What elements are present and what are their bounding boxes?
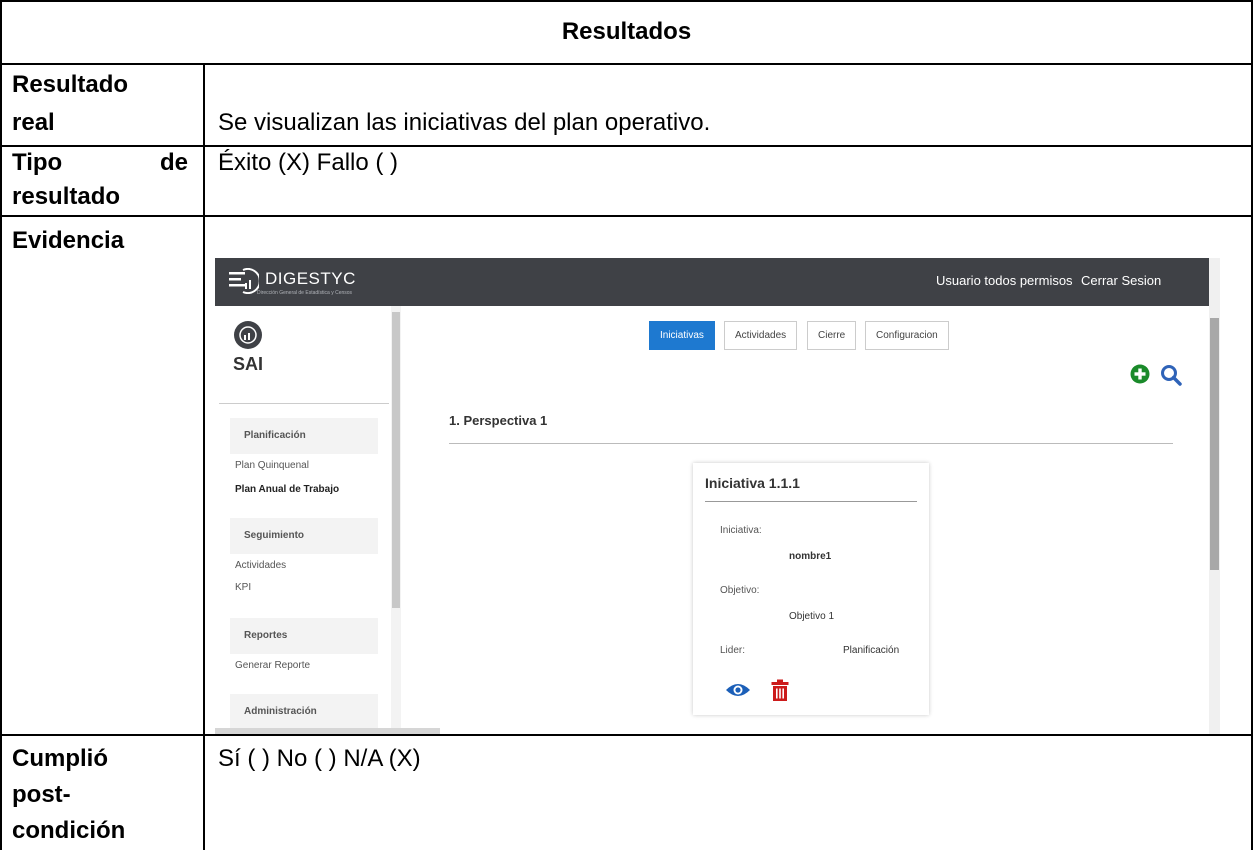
label-tipo: Tipo bbox=[12, 149, 63, 176]
label-de: de bbox=[160, 149, 189, 176]
trash-icon[interactable] bbox=[771, 679, 789, 701]
value-tipo-resultado: Éxito (X) Fallo ( ) bbox=[218, 149, 399, 176]
label-cumplio-3: condición bbox=[12, 817, 126, 844]
table-header: Resultados bbox=[561, 18, 692, 45]
card-objective-label: Objetivo: bbox=[720, 585, 760, 596]
table-border-left bbox=[0, 0, 2, 850]
logout-link[interactable]: Cerrar Sesion bbox=[1081, 273, 1161, 288]
sidebar-item-kpi[interactable]: KPI bbox=[235, 582, 251, 593]
app-name: SAI bbox=[233, 354, 264, 374]
value-cumplio: Sí ( ) No ( ) N/A (X) bbox=[218, 745, 421, 772]
label-cumplio-1: Cumplió bbox=[12, 745, 108, 772]
sidebar-divider bbox=[219, 403, 389, 404]
horizontal-scrollbar[interactable] bbox=[215, 728, 440, 734]
sidebar-scrollbar[interactable] bbox=[391, 306, 401, 734]
user-link[interactable]: Usuario todos permisos bbox=[936, 273, 1073, 288]
value-resultado-real: Se visualizan las iniciativas del plan o… bbox=[218, 109, 711, 136]
sidebar-item-plan-anual[interactable]: Plan Anual de Trabajo bbox=[235, 484, 339, 495]
perspective-title: 1. Perspectiva 1 bbox=[449, 413, 548, 428]
table-row-divider bbox=[0, 734, 1253, 736]
sidebar-item-actividades[interactable]: Actividades bbox=[235, 560, 286, 571]
tab-actividades[interactable]: Actividades bbox=[724, 321, 798, 350]
sidebar-section-seguimiento: Seguimiento bbox=[230, 518, 378, 554]
sidebar-section-administracion: Administración bbox=[230, 694, 378, 730]
page-scrollbar-thumb[interactable] bbox=[1210, 318, 1219, 570]
evidence-screenshot: DIGESTYC Dirección General de Estadístic… bbox=[215, 258, 1220, 734]
plus-circle-icon[interactable] bbox=[1130, 364, 1150, 384]
eye-icon[interactable] bbox=[725, 681, 751, 699]
perspective-divider bbox=[449, 443, 1173, 444]
label-resultado-real-1: Resultado bbox=[12, 71, 129, 98]
sidebar-scrollbar-thumb[interactable] bbox=[392, 312, 400, 608]
app-logo-icon bbox=[234, 321, 262, 349]
card-initiative-label: Iniciativa: bbox=[720, 525, 762, 536]
search-icon[interactable] bbox=[1160, 364, 1182, 386]
digestyc-logo-icon bbox=[229, 268, 259, 294]
sidebar-item-plan-quinquenal[interactable]: Plan Quinquenal bbox=[235, 460, 309, 471]
sidebar-section-reportes: Reportes bbox=[230, 618, 378, 654]
label-resultado-real-2: real bbox=[12, 109, 55, 136]
card-divider bbox=[705, 501, 917, 502]
card-title: Iniciativa 1.1.1 bbox=[705, 475, 800, 491]
card-leader-label: Lider: bbox=[720, 645, 746, 656]
tab-iniciativas[interactable]: Iniciativas bbox=[649, 321, 715, 350]
app-topbar: DIGESTYC Dirección General de Estadístic… bbox=[215, 258, 1209, 306]
page-scrollbar[interactable] bbox=[1209, 258, 1220, 734]
sidebar-section-planificacion: Planificación bbox=[230, 418, 378, 454]
tab-configuracion[interactable]: Configuracion bbox=[865, 321, 949, 350]
sidebar-item-generar-reporte[interactable]: Generar Reporte bbox=[235, 660, 310, 671]
table-column-divider bbox=[203, 63, 205, 850]
label-resultado: resultado bbox=[12, 183, 121, 210]
card-initiative-value: nombre1 bbox=[789, 551, 832, 562]
logo-text: DIGESTYC bbox=[265, 269, 356, 288]
initiative-card: Iniciativa 1.1.1 Iniciativa: nombre1 Obj… bbox=[693, 463, 929, 715]
logo-subtitle: Dirección General de Estadística y Censo… bbox=[257, 290, 353, 296]
card-objective-value: Objetivo 1 bbox=[789, 611, 835, 622]
card-leader-value: Planificación bbox=[843, 645, 900, 656]
label-cumplio-2: post- bbox=[12, 781, 71, 808]
table-row-divider bbox=[0, 215, 1253, 217]
label-evidencia: Evidencia bbox=[12, 227, 125, 254]
tab-cierre[interactable]: Cierre bbox=[807, 321, 857, 350]
